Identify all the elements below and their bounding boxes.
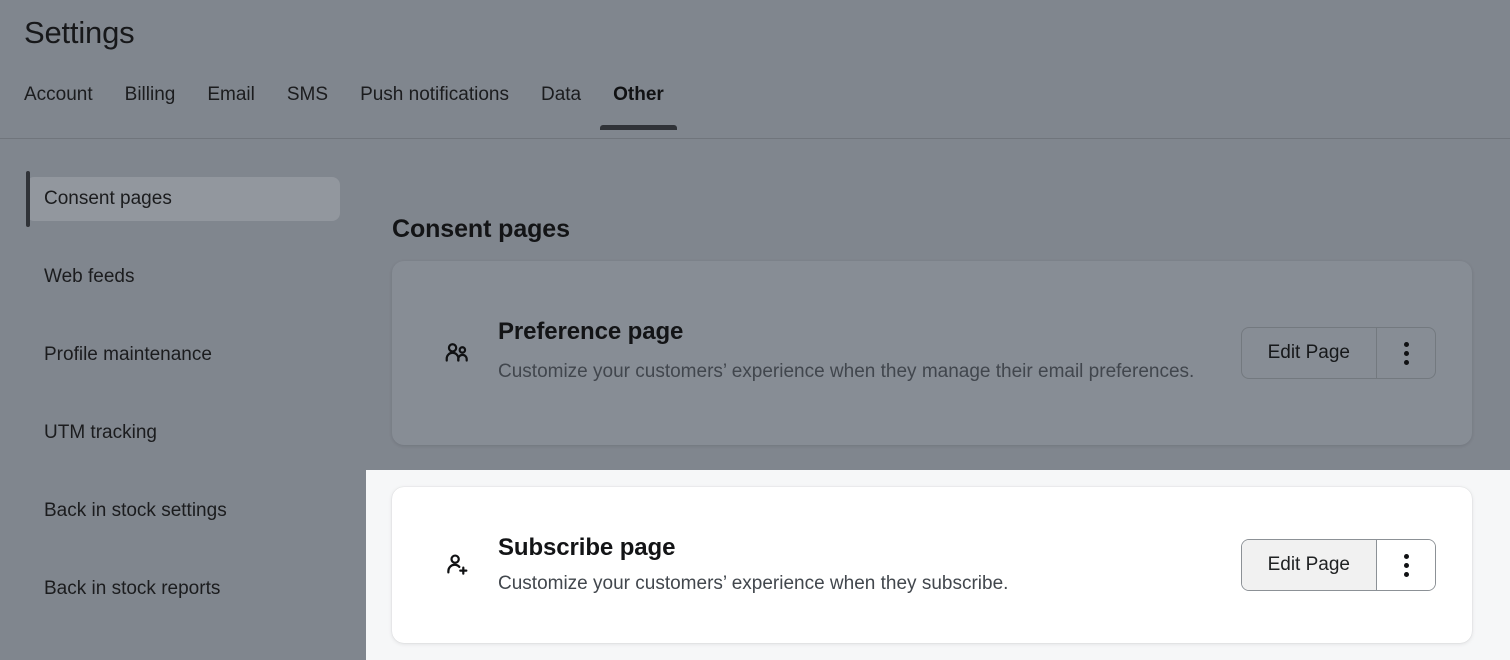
person-add-icon [442, 550, 472, 580]
tab-other[interactable]: Other [597, 78, 680, 130]
vertical-dots-icon [1403, 341, 1409, 365]
sidebar-item-web-feeds[interactable]: Web feeds [26, 255, 340, 299]
edit-page-button[interactable]: Edit Page [1241, 540, 1376, 590]
tab-sms[interactable]: SMS [271, 78, 344, 130]
more-actions-button[interactable] [1377, 540, 1435, 590]
subscribe-page-text: Subscribe page Customize your customers’… [498, 533, 1241, 598]
sidebar-item-label: UTM tracking [44, 422, 157, 443]
subscribe-page-card[interactable]: Subscribe page Customize your customers’… [392, 487, 1472, 643]
settings-page: Settings Account Billing Email SMS Push … [0, 0, 1510, 660]
sidebar-item-label: Back in stock settings [44, 500, 227, 521]
subscribe-page-actions: Edit Page [1240, 539, 1436, 591]
sidebar-item-utm-tracking[interactable]: UTM tracking [26, 411, 340, 455]
edit-page-button[interactable]: Edit Page [1242, 328, 1376, 378]
tab-push-notifications[interactable]: Push notifications [344, 78, 525, 130]
sidebar-item-back-in-stock-reports[interactable]: Back in stock reports [26, 567, 340, 611]
page-header: Settings Account Billing Email SMS Push … [0, 0, 1510, 139]
sidebar-item-label: Back in stock reports [44, 578, 221, 599]
card-heading: Subscribe page [498, 533, 676, 561]
vertical-dots-icon [1403, 553, 1409, 577]
section-title: Consent pages [392, 214, 570, 243]
settings-tabs: Account Billing Email SMS Push notificat… [24, 78, 680, 139]
tab-data[interactable]: Data [525, 78, 597, 130]
tab-billing[interactable]: Billing [109, 78, 192, 130]
page-title: Settings [24, 15, 135, 50]
card-description: Customize your customers’ experience whe… [498, 361, 1195, 382]
card-heading: Preference page [498, 318, 684, 345]
sidebar-item-label: Profile maintenance [44, 344, 212, 365]
more-actions-button[interactable] [1377, 328, 1435, 378]
sidebar-item-consent-pages[interactable]: Consent pages [26, 171, 340, 227]
card-description: Customize your customers’ experience whe… [498, 572, 1009, 594]
sidebar-item-label: Web feeds [44, 266, 135, 287]
sidebar-item-back-in-stock-settings[interactable]: Back in stock settings [26, 489, 340, 533]
preference-page-actions: Edit Page [1240, 327, 1436, 379]
preference-page-card[interactable]: Preference page Customize your customers… [392, 261, 1472, 445]
tab-account[interactable]: Account [24, 78, 109, 130]
preference-page-text: Preference page Customize your customers… [498, 317, 1241, 389]
sidebar-item-label: Consent pages [44, 188, 172, 209]
tab-email[interactable]: Email [191, 78, 271, 130]
settings-body: Consent pages Web feeds Profile maintena… [0, 139, 1510, 660]
sidebar-item-profile-maintenance[interactable]: Profile maintenance [26, 333, 340, 377]
users-icon [442, 338, 472, 368]
settings-sidebar: Consent pages Web feeds Profile maintena… [0, 139, 366, 660]
spotlight-region: Subscribe page Customize your customers’… [366, 470, 1510, 660]
